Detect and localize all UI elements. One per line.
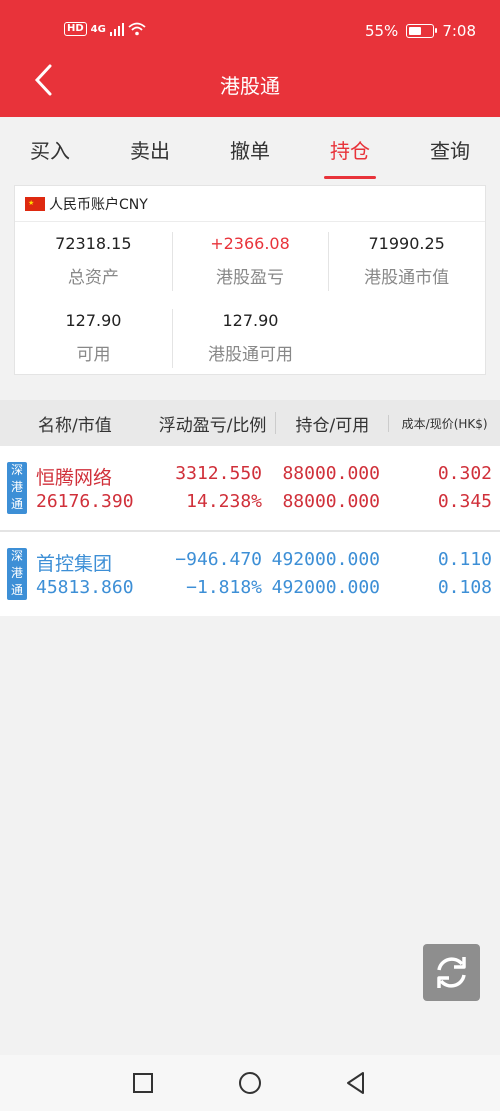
header-position: 持仓/可用	[295, 415, 370, 436]
stat-hk-available: 127.90 港股通可用	[172, 299, 329, 376]
holding-row[interactable]: 深港通 首控集团 45813.860 −946.470 −1.818% 4920…	[0, 532, 500, 616]
market-tag: 深港通	[7, 548, 27, 600]
stat-hk-pnl: +2366.08 港股盈亏	[171, 222, 329, 299]
position-qty: 88000.000	[282, 463, 380, 484]
tab-sell[interactable]: 卖出	[100, 117, 200, 185]
holdings-table-header: 名称/市值 浮动盈亏/比例 持仓/可用 成本/现价(HK$)	[0, 400, 500, 446]
stat-label: 可用	[76, 345, 111, 365]
available-qty: 88000.000	[282, 491, 380, 512]
clock: 7:08	[442, 22, 476, 40]
stat-value: +2366.08	[210, 234, 290, 253]
stat-label: 港股通可用	[208, 345, 293, 365]
refresh-icon	[437, 957, 466, 988]
tab-positions[interactable]: 持仓	[300, 117, 400, 185]
triangle-back-icon[interactable]	[342, 1069, 370, 1097]
current-price: 0.108	[437, 577, 492, 598]
pnl-percent: −1.818%	[186, 577, 262, 598]
signal-icon	[109, 22, 124, 36]
tab-query[interactable]: 查询	[400, 117, 500, 185]
stat-value: 127.90	[65, 311, 122, 330]
stat-label: 港股通市值	[364, 268, 450, 288]
wifi-icon	[128, 22, 146, 36]
stat-value: 127.90	[222, 311, 279, 330]
account-header: ★ 人民币账户CNY	[15, 186, 485, 222]
circle-icon[interactable]	[236, 1069, 264, 1097]
status-right: 55% 7:08	[365, 22, 476, 40]
battery-icon	[406, 24, 438, 38]
page-title: 港股通	[220, 74, 280, 98]
system-nav-bar	[0, 1055, 500, 1111]
account-summary-card: ★ 人民币账户CNY 72318.15 总资产 +2366.08 港股盈亏 71…	[14, 185, 486, 375]
tab-buy[interactable]: 买入	[0, 117, 100, 185]
header-name-value: 名称/市值	[37, 415, 112, 436]
market-value: 45813.860	[36, 577, 134, 598]
stat-total-assets: 72318.15 总资产	[15, 222, 172, 299]
status-left: HD 4G	[64, 22, 146, 36]
position-qty: 492000.000	[271, 549, 380, 570]
cost-price: 0.110	[437, 549, 492, 570]
battery-percent: 55%	[364, 22, 399, 40]
available-qty: 492000.000	[271, 577, 380, 598]
refresh-button[interactable]	[423, 944, 480, 1001]
account-label: 人民币账户CNY	[49, 196, 148, 213]
network-type: 4G	[90, 23, 106, 35]
current-price: 0.345	[437, 491, 492, 512]
header-cost-price: 成本/现价(HK$)	[388, 414, 500, 432]
china-flag-icon: ★	[25, 196, 45, 211]
stat-market-value: 71990.25 港股通市值	[328, 222, 485, 299]
holding-row[interactable]: 深港通 恒腾网络 26176.390 3312.550 14.238% 8800…	[0, 446, 500, 530]
stat-value: 71990.25	[368, 234, 445, 253]
stock-name: 首控集团	[36, 553, 113, 575]
stat-label: 港股盈亏	[216, 268, 284, 288]
hd-badge: HD	[64, 22, 87, 36]
pnl-value: −946.470	[175, 549, 262, 570]
stat-value: 72318.15	[55, 234, 132, 253]
market-tag: 深港通	[7, 462, 27, 514]
stock-name: 恒腾网络	[36, 467, 113, 489]
trade-tabs: 买入 卖出 撤单 持仓 查询	[0, 117, 500, 185]
app-header: HD 4G 55% 7:08 港股通	[0, 0, 500, 117]
status-bar: HD 4G 55% 7:08	[0, 0, 500, 60]
cost-price: 0.302	[437, 463, 492, 484]
stats-row-1: 72318.15 总资产 +2366.08 港股盈亏 71990.25 港股通市…	[15, 222, 485, 299]
tab-cancel-order[interactable]: 撤单	[200, 117, 300, 185]
market-value: 26176.390	[36, 491, 134, 512]
header-pnl: 浮动盈亏/比例	[158, 415, 267, 436]
pnl-percent: 14.238%	[186, 491, 262, 512]
square-icon[interactable]	[129, 1069, 157, 1097]
stat-label: 总资产	[67, 268, 119, 288]
pnl-value: 3312.550	[175, 463, 262, 484]
stat-available: 127.90 可用	[15, 299, 172, 376]
stats-row-2: 127.90 可用 127.90 港股通可用	[15, 299, 485, 376]
